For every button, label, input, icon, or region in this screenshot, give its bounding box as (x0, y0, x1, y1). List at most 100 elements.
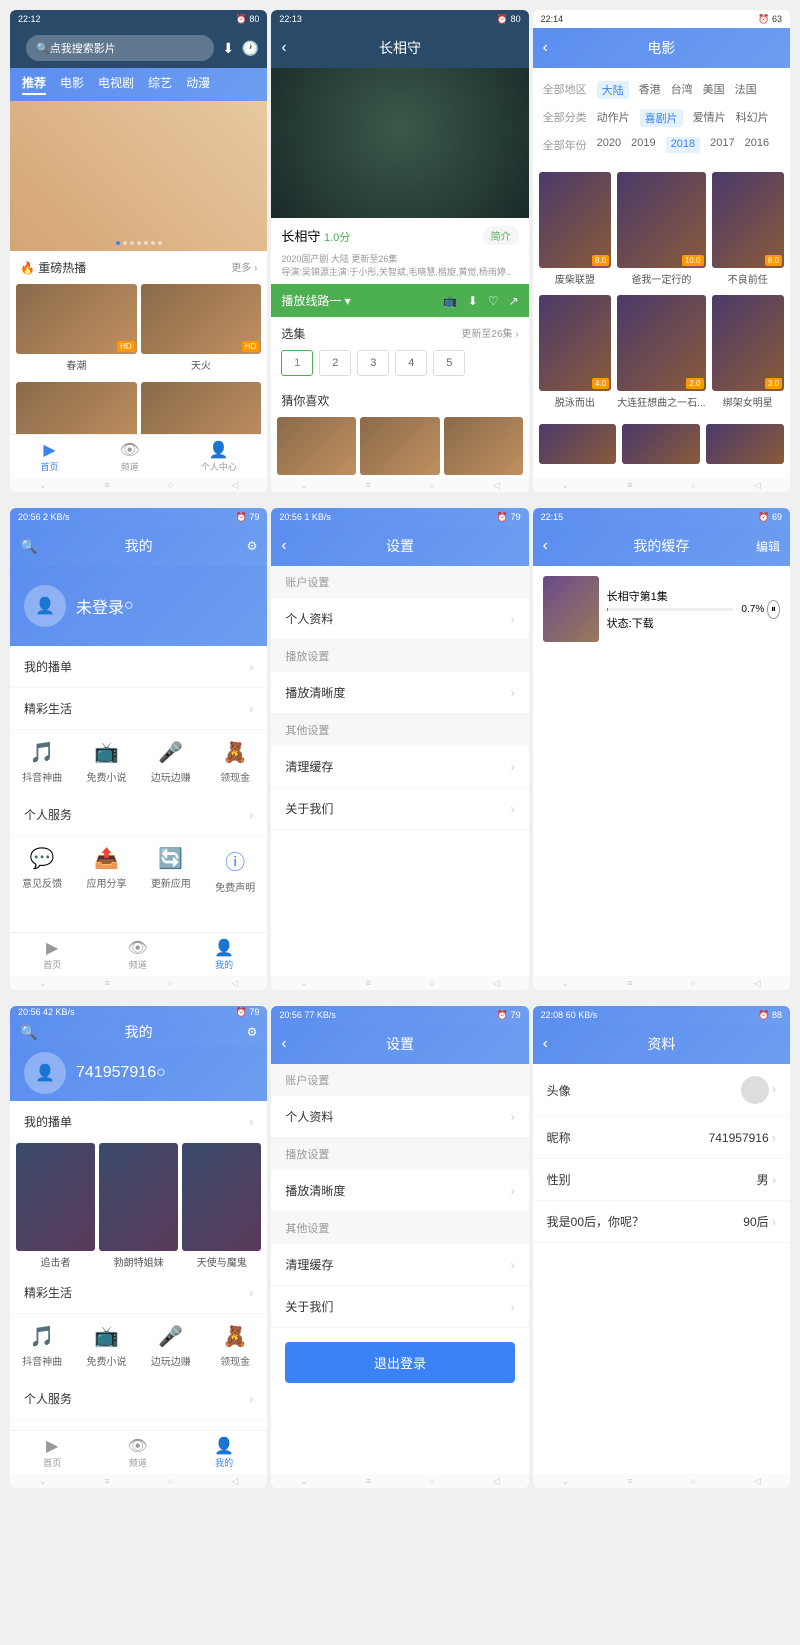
more-link[interactable]: 更多 › (231, 259, 257, 276)
grid-item[interactable]: 🎵抖音神曲 (10, 1324, 74, 1368)
grid-item[interactable]: 💬意见反馈 (10, 846, 74, 894)
tab-variety[interactable]: 综艺 (148, 74, 172, 95)
filter-opt[interactable]: 科幻片 (736, 109, 769, 127)
playlist-row[interactable]: 我的播单› (10, 646, 267, 688)
filter-opt[interactable]: 2017 (710, 137, 734, 153)
tab-movie[interactable]: 电影 (60, 74, 84, 95)
download-icon[interactable]: ⬇ (222, 40, 234, 57)
profile-row[interactable]: 个人资料› (271, 598, 528, 640)
grid-item[interactable]: 🎵抖音神曲 (10, 740, 74, 784)
nav-me[interactable]: 👤我的 (214, 938, 234, 971)
movie-item[interactable]: 4.0脱泳而出 (539, 295, 612, 412)
grid-item[interactable]: 🎤边玩边赚 (139, 1324, 203, 1368)
download-icon[interactable]: ⬇ (468, 294, 478, 308)
playlist-item[interactable]: 勃朗特姐妹 (99, 1143, 178, 1272)
playback-line[interactable]: 播放线路一 ▾📺⬇♡↗ (271, 284, 528, 317)
movie-item[interactable]: 10.0爸我一定行的 (617, 172, 705, 289)
profile-row[interactable]: 个人资料› (271, 1096, 528, 1138)
filter-opt[interactable]: 动作片 (597, 109, 630, 127)
filter-opt[interactable]: 2019 (631, 137, 655, 153)
history-icon[interactable]: 🕐 (242, 40, 259, 57)
gear-icon[interactable]: ⚙ (247, 539, 258, 553)
filter-opt[interactable]: 台湾 (671, 81, 693, 99)
nav-home[interactable]: ▶首页 (43, 938, 61, 971)
edit-button[interactable]: 编辑 (756, 538, 780, 555)
back-icon[interactable]: ‹ (281, 1035, 286, 1053)
episode-btn[interactable]: 2 (319, 350, 351, 376)
nav-me[interactable]: 👤我的 (214, 1436, 234, 1469)
playlist-item[interactable]: 天使与魔鬼 (182, 1143, 261, 1272)
intro-button[interactable]: 简介 (483, 226, 519, 245)
episode-btn[interactable]: 3 (357, 350, 389, 376)
filter-opt[interactable]: 爱情片 (693, 109, 726, 127)
status-bar: 22:12⏰ 80 (10, 10, 267, 28)
tab-anime[interactable]: 动漫 (186, 74, 210, 95)
grid-item[interactable]: ⓘ免费声明 (203, 846, 267, 894)
tab-recommend[interactable]: 推荐 (22, 74, 46, 95)
poster-item[interactable]: HD天火 (141, 284, 262, 378)
quality-row[interactable]: 播放清晰度› (271, 672, 528, 714)
nickname-row[interactable]: 昵称741957916 › (533, 1117, 790, 1159)
grid-item[interactable]: 🧸领现金 (203, 740, 267, 784)
carousel-banner[interactable] (10, 101, 267, 251)
share-icon[interactable]: ↗ (509, 294, 519, 308)
nav-profile[interactable]: 👤个人中心 (201, 440, 237, 473)
heart-icon[interactable]: ♡ (488, 294, 499, 308)
filter-opt[interactable]: 法国 (735, 81, 757, 99)
profile-area[interactable]: 👤未登录 ○ (10, 566, 267, 646)
nav-home[interactable]: ▶首页 (43, 1436, 61, 1469)
age-row[interactable]: 我是00后，你呢？90后 › (533, 1201, 790, 1243)
grid-item[interactable]: 📺免费小说 (74, 1324, 138, 1368)
download-item[interactable]: 长相守第1集状态:下载 0.7% ⏸ (533, 566, 790, 652)
search-icon[interactable]: 🔍 (20, 1024, 37, 1041)
playlist-item[interactable]: 追击者 (16, 1143, 95, 1272)
filter-opt[interactable]: 大陆 (597, 81, 629, 99)
back-icon[interactable]: ‹ (281, 39, 286, 57)
grid-item[interactable]: 🔄更新应用 (139, 846, 203, 894)
poster-item[interactable]: HD春潮 (16, 284, 137, 378)
grid-item[interactable]: 📤应用分享 (74, 846, 138, 894)
back-icon[interactable]: ‹ (281, 537, 286, 555)
life-row: 精彩生活› (10, 1272, 267, 1314)
episode-btn[interactable]: 1 (281, 350, 313, 376)
movie-item[interactable]: 3.0绑架女明星 (712, 295, 785, 412)
filter-opt[interactable]: 喜剧片 (640, 109, 683, 127)
filter-opt[interactable]: 香港 (639, 81, 661, 99)
video-player[interactable] (271, 68, 528, 218)
about-row[interactable]: 关于我们› (271, 788, 528, 830)
gear-icon[interactable]: ⚙ (247, 1025, 258, 1039)
back-icon[interactable]: ‹ (543, 537, 548, 555)
tab-tv[interactable]: 电视剧 (98, 74, 134, 95)
filter-opt[interactable]: 2018 (666, 137, 700, 153)
me-header: 🔍我的⚙ (10, 1018, 267, 1046)
back-icon[interactable]: ‹ (543, 39, 548, 57)
episode-btn[interactable]: 5 (433, 350, 465, 376)
cast-icon[interactable]: 📺 (443, 294, 458, 308)
nav-channel[interactable]: 👁频道 (128, 938, 148, 971)
nav-home[interactable]: ▶首页 (40, 440, 58, 473)
movie-item[interactable]: 8.0不良前任 (712, 172, 785, 289)
nav-channel[interactable]: 👁频道 (128, 1436, 148, 1469)
clear-row[interactable]: 清理缓存› (271, 746, 528, 788)
filter-opt[interactable]: 2020 (597, 137, 621, 153)
clear-row[interactable]: 清理缓存› (271, 1244, 528, 1286)
episode-btn[interactable]: 4 (395, 350, 427, 376)
gender-row[interactable]: 性别男 › (533, 1159, 790, 1201)
pause-icon[interactable]: ⏸ (767, 600, 780, 619)
movie-item[interactable]: 8.0废柴联盟 (539, 172, 612, 289)
about-row[interactable]: 关于我们› (271, 1286, 528, 1328)
search-icon[interactable]: 🔍 (20, 538, 37, 555)
movie-item[interactable]: 2.0大连狂想曲之一石... (617, 295, 705, 412)
filter-opt[interactable]: 美国 (703, 81, 725, 99)
quality-row[interactable]: 播放清晰度› (271, 1170, 528, 1212)
logout-button[interactable]: 退出登录 (285, 1342, 514, 1383)
nav-channel[interactable]: 👁频道 (119, 440, 139, 473)
grid-item[interactable]: 🎤边玩边赚 (139, 740, 203, 784)
avatar-row[interactable]: 头像 › (533, 1064, 790, 1117)
grid-item[interactable]: 📺免费小说 (74, 740, 138, 784)
filter-opt[interactable]: 2016 (745, 137, 769, 153)
back-icon[interactable]: ‹ (543, 1035, 548, 1053)
profile-area[interactable]: 👤741957916 ○ (10, 1046, 267, 1101)
grid-item[interactable]: 🧸领现金 (203, 1324, 267, 1368)
search-input[interactable]: 🔍 点我搜索影片 (26, 35, 214, 61)
